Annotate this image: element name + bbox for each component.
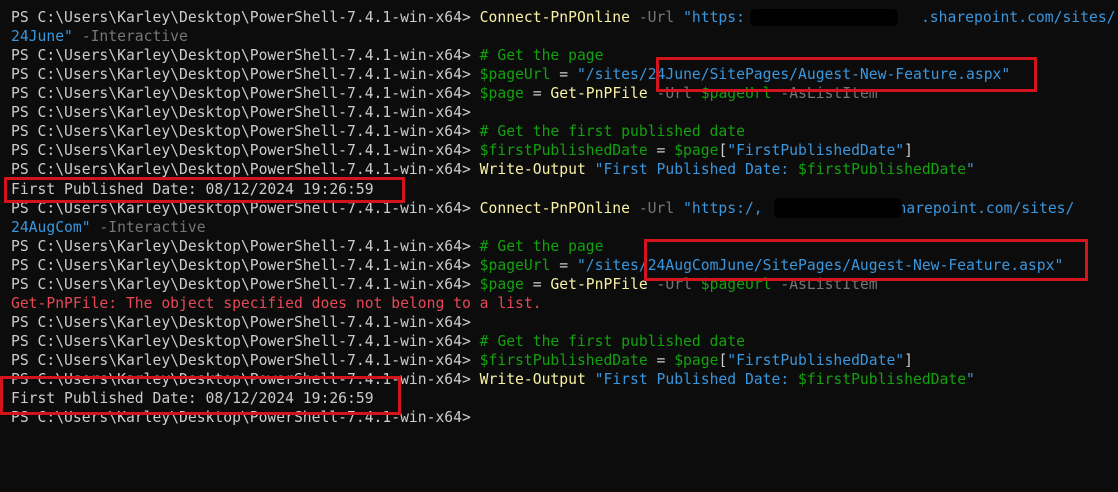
redaction-mark (750, 9, 898, 26)
string: "First Published Date: (585, 371, 799, 388)
comment: # Get the page (479, 238, 604, 255)
operator: = (647, 142, 675, 159)
operator: = (523, 85, 551, 102)
command-line-current[interactable]: PS C:\Users\Karley\Desktop\PowerShell-7.… (11, 408, 480, 427)
command: Write-Output (479, 161, 586, 178)
redaction-mark (774, 198, 902, 218)
operator: = (550, 257, 577, 274)
string: "https: (683, 9, 745, 26)
variable: $page (479, 85, 524, 102)
command-line: PS C:\Users\Karley\Desktop\PowerShell-7.… (11, 275, 878, 294)
command-line: PS C:\Users\Karley\Desktop\PowerShell-7.… (11, 8, 1116, 27)
prompt: PS C:\Users\Karley\Desktop\PowerShell-7.… (11, 123, 480, 140)
parameter: -AsListItem (771, 276, 878, 293)
output-line: First Published Date: 08/12/2024 19:26:5… (11, 180, 374, 199)
output-line: First Published Date: 08/12/2024 19:26:5… (11, 389, 374, 408)
command-line: PS C:\Users\Karley\Desktop\PowerShell-7.… (11, 256, 1063, 275)
output-text: First Published Date: 08/12/2024 19:26:5… (11, 390, 374, 407)
prompt: PS C:\Users\Karley\Desktop\PowerShell-7.… (11, 47, 480, 64)
command: Connect-PnPOnline (479, 200, 630, 217)
command-line: PS C:\Users\Karley\Desktop\PowerShell-7.… (11, 46, 603, 65)
command-line: PS C:\Users\Karley\Desktop\PowerShell-7.… (11, 65, 1010, 84)
string: "FirstPublishedDate" (727, 142, 905, 159)
command-line-continuation: 24AugCom" -Interactive (11, 218, 206, 237)
variable: $page (674, 142, 719, 159)
operator: [ (718, 352, 728, 369)
command-line-continuation: 24June" -Interactive (11, 27, 188, 46)
variable: $pageUrl (479, 257, 551, 274)
variable: $firstPublishedDate (798, 161, 967, 178)
parameter: -AsListItem (771, 85, 878, 102)
prompt: PS C:\Users\Karley\Desktop\PowerShell-7.… (11, 200, 480, 217)
variable: $firstPublishedDate (798, 371, 967, 388)
string: 24AugCom" (11, 219, 91, 236)
prompt: PS C:\Users\Karley\Desktop\PowerShell-7.… (11, 85, 480, 102)
comment: # Get the first published date (479, 333, 745, 350)
command-line: PS C:\Users\Karley\Desktop\PowerShell-7.… (11, 313, 480, 332)
command-line: PS C:\Users\Karley\Desktop\PowerShell-7.… (11, 122, 745, 141)
prompt: PS C:\Users\Karley\Desktop\PowerShell-7.… (11, 238, 480, 255)
command-line: PS C:\Users\Karley\Desktop\PowerShell-7.… (11, 370, 975, 389)
variable: $firstPublishedDate (479, 142, 648, 159)
output-text: First Published Date: 08/12/2024 19:26:5… (11, 181, 374, 198)
prompt: PS C:\Users\Karley\Desktop\PowerShell-7.… (11, 161, 480, 178)
parameter: -Url (647, 85, 701, 102)
command-line: PS C:\Users\Karley\Desktop\PowerShell-7.… (11, 103, 480, 122)
string: "/sites/24June/SitePages/Augest-New-Feat… (576, 66, 1011, 83)
parameter: -Interactive (72, 28, 188, 45)
command-line: PS C:\Users\Karley\Desktop\PowerShell-7.… (11, 199, 1074, 218)
command: Get-PnPFile (550, 276, 648, 293)
command-line: PS C:\Users\Karley\Desktop\PowerShell-7.… (11, 84, 878, 103)
command-line: PS C:\Users\Karley\Desktop\PowerShell-7.… (11, 332, 745, 351)
parameter: -Url (647, 276, 701, 293)
parameter: -Interactive (90, 219, 206, 236)
string: "FirstPublishedDate" (727, 352, 905, 369)
prompt: PS C:\Users\Karley\Desktop\PowerShell-7.… (11, 352, 480, 369)
operator: = (523, 276, 551, 293)
prompt: PS C:\Users\Karley\Desktop\PowerShell-7.… (11, 142, 480, 159)
parameter: -Url (630, 200, 684, 217)
comment: # Get the page (479, 47, 604, 64)
string: sharepoint.com/sites/ (888, 200, 1075, 217)
operator: ] (904, 142, 913, 159)
operator: = (647, 352, 675, 369)
prompt: PS C:\Users\Karley\Desktop\PowerShell-7.… (11, 409, 480, 426)
variable: $pageUrl (700, 276, 772, 293)
prompt: PS C:\Users\Karley\Desktop\PowerShell-7.… (11, 371, 480, 388)
string: " (966, 371, 975, 388)
prompt: PS C:\Users\Karley\Desktop\PowerShell-7.… (11, 314, 480, 331)
command-line: PS C:\Users\Karley\Desktop\PowerShell-7.… (11, 160, 975, 179)
operator: [ (718, 142, 728, 159)
string: "First Published Date: (585, 161, 799, 178)
variable: $page (674, 352, 719, 369)
prompt: PS C:\Users\Karley\Desktop\PowerShell-7.… (11, 257, 480, 274)
string: 24June" (11, 28, 73, 45)
command-line: PS C:\Users\Karley\Desktop\PowerShell-7.… (11, 351, 913, 370)
variable: $pageUrl (479, 66, 551, 83)
prompt: PS C:\Users\Karley\Desktop\PowerShell-7.… (11, 66, 480, 83)
command: Write-Output (479, 371, 586, 388)
parameter: -Url (630, 9, 684, 26)
error-line: Get-PnPFile: The object specified does n… (11, 294, 542, 313)
string: "https:/, (683, 200, 763, 217)
prompt: PS C:\Users\Karley\Desktop\PowerShell-7.… (11, 276, 480, 293)
string: " (966, 161, 975, 178)
command-line: PS C:\Users\Karley\Desktop\PowerShell-7.… (11, 237, 603, 256)
variable: $firstPublishedDate (479, 352, 648, 369)
variable: $page (479, 276, 524, 293)
terminal-window[interactable]: PS C:\Users\Karley\Desktop\PowerShell-7.… (0, 0, 1118, 492)
prompt: PS C:\Users\Karley\Desktop\PowerShell-7.… (11, 9, 480, 26)
command: Get-PnPFile (550, 85, 648, 102)
comment: # Get the first published date (479, 123, 745, 140)
variable: $pageUrl (700, 85, 772, 102)
prompt: PS C:\Users\Karley\Desktop\PowerShell-7.… (11, 104, 480, 121)
error-text: Get-PnPFile: The object specified does n… (11, 295, 542, 312)
command-line: PS C:\Users\Karley\Desktop\PowerShell-7.… (11, 141, 913, 160)
prompt: PS C:\Users\Karley\Desktop\PowerShell-7.… (11, 333, 480, 350)
command: Connect-PnPOnline (479, 9, 630, 26)
operator: = (550, 66, 577, 83)
string: .sharepoint.com/sites/ (920, 9, 1116, 26)
operator: ] (904, 352, 913, 369)
string: "/sites/24AugComJune/SitePages/Augest-Ne… (576, 257, 1064, 274)
